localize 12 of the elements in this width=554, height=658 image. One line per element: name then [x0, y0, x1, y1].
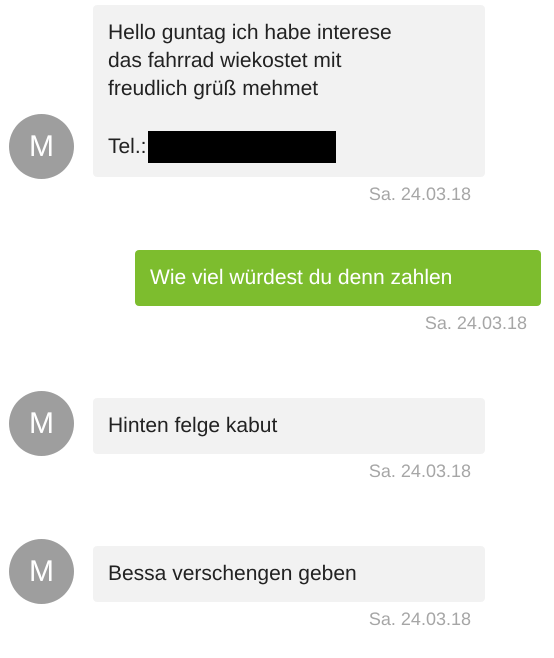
- received-message-bubble: Hello guntag ich habe interese das fahrrad wiekostet mit freudlich grüß mehmet Tel.:: [93, 5, 485, 177]
- message-date: Sa. 24.03.18: [368, 608, 471, 631]
- received-message-bubble: Bessa verschengen geben: [93, 546, 485, 602]
- avatar: M: [9, 391, 74, 456]
- phone-label: Tel.:: [108, 134, 147, 160]
- message-date: Sa. 24.03.18: [424, 312, 527, 335]
- message-date: Sa. 24.03.18: [368, 183, 471, 206]
- received-message-bubble: Hinten felge kabut: [93, 398, 485, 454]
- avatar: M: [9, 114, 74, 179]
- sent-message-bubble: Wie viel würdest du denn zahlen: [135, 250, 541, 306]
- avatar: M: [9, 539, 74, 604]
- message-date: Sa. 24.03.18: [368, 460, 471, 483]
